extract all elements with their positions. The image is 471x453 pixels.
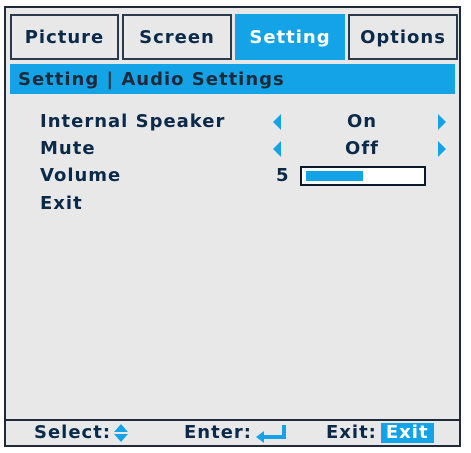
- enter-hint: Enter:: [184, 422, 286, 444]
- right-arrow-icon[interactable]: [438, 141, 446, 157]
- exit-hint-label: Exit:: [326, 422, 377, 443]
- select-hint: Select:: [34, 422, 129, 444]
- exit-label: Exit: [40, 193, 83, 214]
- mute-label: Mute: [40, 138, 96, 159]
- menu-item-internal-speaker[interactable]: Internal Speaker On: [6, 110, 457, 134]
- page-title-text: Setting | Audio Settings: [18, 68, 285, 90]
- volume-slider[interactable]: [300, 166, 426, 186]
- menu-item-volume[interactable]: Volume 5: [6, 164, 457, 188]
- internal-speaker-value: On: [346, 111, 378, 132]
- exit-badge[interactable]: Exit: [380, 423, 434, 443]
- exit-hint: Exit: Exit: [326, 422, 434, 444]
- enter-hint-label: Enter:: [184, 422, 252, 443]
- internal-speaker-label: Internal Speaker: [40, 111, 226, 132]
- volume-label: Volume: [40, 165, 122, 186]
- right-arrow-icon[interactable]: [438, 114, 446, 130]
- select-hint-label: Select:: [34, 422, 112, 443]
- volume-slider-fill: [306, 171, 363, 181]
- menu-item-exit[interactable]: Exit: [6, 192, 457, 216]
- left-arrow-icon[interactable]: [273, 114, 281, 130]
- menu-item-mute[interactable]: Mute Off: [6, 137, 457, 161]
- up-down-arrows-icon: [114, 424, 129, 442]
- mute-value: Off: [345, 138, 379, 159]
- tab-bar: Picture Screen Setting Options: [10, 14, 458, 60]
- tab-setting[interactable]: Setting: [235, 14, 345, 60]
- left-arrow-icon[interactable]: [273, 141, 281, 157]
- tab-options[interactable]: Options: [348, 14, 458, 60]
- enter-return-icon: [256, 425, 286, 443]
- page-title: Setting | Audio Settings: [10, 64, 455, 94]
- osd-menu-panel: Picture Screen Setting Options Setting |…: [4, 6, 461, 447]
- tab-screen[interactable]: Screen: [122, 14, 232, 60]
- volume-value: 5: [276, 165, 290, 186]
- status-bar: Select: Enter: Exit: Exit: [6, 419, 459, 445]
- tab-picture[interactable]: Picture: [10, 14, 119, 60]
